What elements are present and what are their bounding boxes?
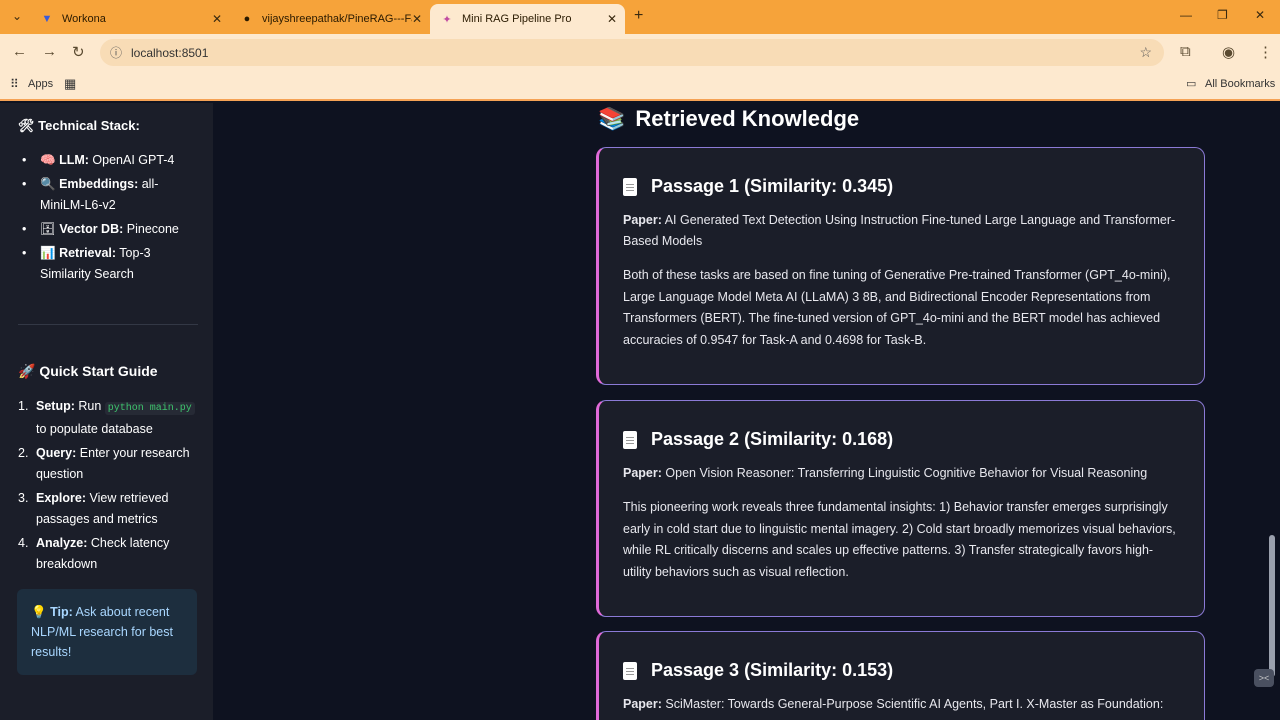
list-item: 3. Explore: View retrieved passages and m… [18, 491, 169, 526]
github-icon: ● [243, 13, 251, 25]
extensions-icon[interactable]: ⧉ [1180, 43, 1191, 60]
list-item: • 🧠 LLM: OpenAI GPT-4 [22, 153, 175, 167]
rocket-icon: 🚀 [18, 363, 36, 379]
tab-title: vijayshreepathak/PineRAG---Fa [262, 13, 412, 25]
tip-box: 💡 Tip: Ask about recent NLP/ML research … [17, 589, 197, 675]
page-title: 📚 Retrieved Knowledge [598, 106, 860, 131]
close-tab-icon[interactable]: ✕ [607, 12, 617, 26]
passage-card: Passage 3 (Similarity: 0.153) Paper: Sci… [596, 631, 1205, 720]
maximize-icon[interactable]: ❐ [1217, 8, 1228, 22]
passage-title: Passage 3 (Similarity: 0.153) [623, 660, 1180, 681]
database-icon: 🗄 [40, 222, 56, 236]
avatar[interactable]: ◉ [1222, 43, 1235, 61]
passage-card: Passage 2 (Similarity: 0.168) Paper: Ope… [596, 400, 1205, 617]
magnifier-icon: 🔍 [40, 177, 56, 191]
tools-icon: 🛠 [18, 118, 35, 133]
tech-stack-list: • 🧠 LLM: OpenAI GPT-4 • 🔍 Embeddings: all-… [22, 150, 202, 288]
document-icon [623, 430, 637, 449]
tab-title: Workona [62, 13, 106, 25]
close-tab-icon[interactable]: ✕ [212, 12, 222, 26]
apps-link[interactable]: Apps [28, 78, 53, 90]
passage-paper: Paper: SciMaster: Towards General-Purpos… [623, 697, 1164, 720]
tab-search-icon[interactable]: ⌄ [12, 9, 22, 23]
divider [18, 324, 198, 325]
sidebar: 🛠 Technical Stack: • 🧠 LLM: OpenAI GPT-4 … [0, 103, 213, 720]
reload-icon[interactable]: ↻ [72, 43, 85, 61]
address-bar[interactable]: ⓘ localhost:8501 ☆ [100, 39, 1164, 66]
tab-workona[interactable]: ▼ Workona ✕ [30, 4, 230, 34]
main-content: 📚 Retrieved Knowledge Passage 1 (Similari… [213, 103, 1280, 720]
workona-icon: ▼ [41, 13, 53, 25]
apps-icon[interactable]: ⠿ [10, 77, 19, 91]
browser-tab-strip: ⌄ ▼ Workona ✕ ● vijayshreepathak/PineRAG… [0, 0, 1280, 34]
passage-card: Passage 1 (Similarity: 0.345) Paper: AI … [596, 147, 1205, 385]
url-text: localhost:8501 [131, 45, 209, 60]
scrollbar[interactable] [1269, 535, 1275, 677]
quick-start-list: 1. Setup: Run python main.py to populate … [18, 396, 198, 578]
site-info-icon[interactable]: ⓘ [110, 44, 122, 61]
minimize-icon[interactable]: — [1180, 8, 1192, 22]
all-bookmarks-link[interactable]: All Bookmarks [1205, 78, 1275, 90]
list-item: • 🗄 Vector DB: Pinecone [22, 222, 179, 236]
folder-icon: ▭ [1186, 78, 1197, 90]
quick-start-heading: 🚀 Quick Start Guide [18, 363, 158, 379]
passage-title: Passage 2 (Similarity: 0.168) [623, 429, 1180, 450]
passage-text: Both of these tasks are based on fine tu… [623, 268, 1171, 347]
tab-github[interactable]: ● vijayshreepathak/PineRAG---Fa ✕ [230, 4, 430, 34]
passage-title: Passage 1 (Similarity: 0.345) [623, 176, 1180, 197]
bookmark-star-icon[interactable]: ☆ [1139, 44, 1152, 61]
list-item: 4. Analyze: Check latency breakdown [18, 536, 170, 571]
menu-icon[interactable]: ⋮ [1258, 43, 1273, 61]
close-window-icon[interactable]: ✕ [1255, 8, 1265, 22]
passage-paper: Paper: AI Generated Text Detection Using… [623, 213, 1176, 248]
back-icon[interactable]: ← [12, 43, 27, 60]
tab-title: Mini RAG Pipeline Pro [462, 13, 572, 25]
list-item: 2. Query: Enter your research question [18, 446, 190, 481]
books-icon: 📚 [598, 106, 626, 131]
brain-icon: 🧠 [40, 153, 56, 167]
tech-stack-heading: 🛠 Technical Stack: [18, 118, 140, 133]
forward-icon[interactable]: → [42, 43, 57, 60]
list-item: • 📊 Retrieval: Top-3 Similarity Search [22, 246, 151, 281]
code-toggle-icon[interactable]: >< [1254, 669, 1274, 687]
bookmarks-bar: ⠿ Apps ▦ ▭ All Bookmarks [0, 71, 1280, 101]
browser-toolbar: ← → ↻ ⓘ localhost:8501 ☆ ⧉ ◉ ⋮ [0, 34, 1280, 71]
passage-text: This pioneering work reveals three funda… [623, 500, 1176, 579]
document-icon [623, 177, 637, 196]
lightbulb-icon: 💡 [31, 605, 47, 619]
tab-mini-rag[interactable]: ✦ Mini RAG Pipeline Pro ✕ [430, 4, 625, 34]
code-snippet: python main.py [104, 402, 195, 415]
rag-icon: ✦ [442, 13, 452, 26]
document-icon [623, 661, 637, 680]
passage-paper: Paper: Open Vision Reasoner: Transferrin… [623, 466, 1148, 480]
new-tab-icon[interactable]: + [634, 7, 643, 25]
chart-icon: 📊 [40, 246, 56, 260]
close-tab-icon[interactable]: ✕ [412, 12, 422, 26]
list-item: • 🔍 Embeddings: all-MiniLM-L6-v2 [22, 177, 159, 212]
list-item: 1. Setup: Run python main.py to populate … [18, 396, 198, 440]
tab-groups-icon[interactable]: ▦ [64, 76, 76, 92]
